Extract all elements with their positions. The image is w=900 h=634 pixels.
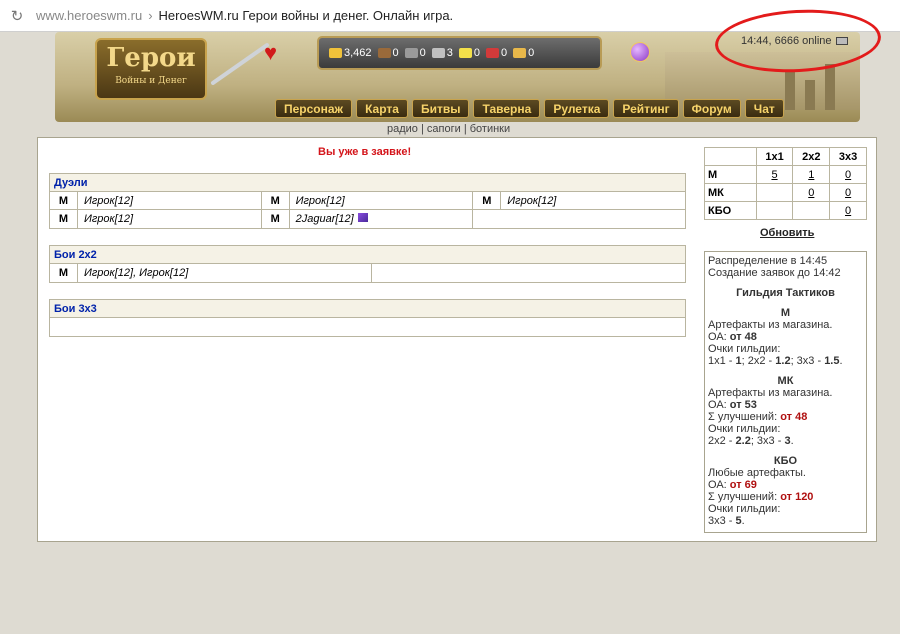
empty-cell [473,210,685,228]
resource-crystals: 0 [486,47,507,59]
nav-rating[interactable]: Рейтинг [613,99,679,118]
wood-icon [377,48,391,58]
player-name[interactable]: Игрок[12] [501,192,685,209]
team2-title[interactable]: Бои 2x2 [50,246,685,264]
player-names[interactable]: Игрок[12], Игрок[12] [78,264,372,282]
mercury-icon [431,48,445,58]
nav-tavern[interactable]: Таверна [473,99,541,118]
resource-gold: 3,462 [329,47,372,59]
duels-section: Дуэли М Игрок[12] М Игрок[12] М Игрок[12… [49,173,686,229]
already-applied-notice: Вы уже в заявке! [318,146,412,158]
guild-flag-icon [357,213,368,222]
url-domain[interactable]: www.heroeswm.ru [36,8,142,23]
stats-table: 1x1 2x2 3x3 М 5 1 0 МК 0 0 КБО 0 [704,147,867,220]
nav-map[interactable]: Карта [356,99,408,118]
team3-title[interactable]: Бои 3x3 [50,300,685,318]
refresh-link[interactable]: Обновить [760,227,814,239]
nav-character[interactable]: Персонаж [275,99,353,118]
crystal-icon [486,48,500,58]
resource-wood: 0 [377,47,399,59]
player-name[interactable]: Игрок[12] [78,192,262,209]
url-separator: › [148,8,153,23]
player-cell: 2Jaguar[12] [290,210,474,228]
sub-links: радио | сапоги | ботинки [387,123,511,135]
duels-title[interactable]: Дуэли [50,174,685,192]
link-shoes[interactable]: ботинки [470,123,510,135]
resource-sulfur: 0 [458,47,480,59]
gold-icon [329,48,342,58]
table-row [50,318,685,336]
main-nav: Персонаж Карта Битвы Таверна Рулетка Рей… [275,99,784,118]
resource-gems: 0 [513,47,534,59]
link-boots[interactable]: сапоги [427,123,461,135]
ore-icon [404,48,418,58]
resource-mercury: 3 [431,47,453,59]
resource-ore: 0 [404,47,426,59]
table-row: М Игрок[12] М Игрок[12] М Игрок[12] [50,192,685,210]
guild-info-panel: Распределение в 14:45 Создание заявок до… [704,251,867,533]
orb-icon[interactable] [630,42,650,62]
player-name[interactable]: Игрок[12] [290,192,474,209]
resources-panel: 3,462 0 0 3 0 0 0 [317,36,602,70]
table-row: М Игрок[12] М 2Jaguar[12] [50,210,685,228]
nav-roulette[interactable]: Рулетка [544,99,610,118]
link-radio[interactable]: радио [387,123,418,135]
guild-name: Гильдия Тактиков [736,287,835,299]
player-name[interactable]: 2Jaguar[12] [296,213,354,225]
main-content: Вы уже в заявке! Дуэли М Игрок[12] М Игр… [37,137,877,542]
empty-cell [372,264,685,282]
page-title: HeroesWM.ru Герои войны и денег. Онлайн … [158,8,454,23]
gem-icon [513,48,527,58]
table-row: М Игрок[12], Игрок[12] [50,264,685,282]
game-header: Герои Войны и Денег ♥ 3,462 0 0 3 0 0 0 … [55,5,883,122]
sulfur-icon [458,48,472,58]
player-name[interactable]: Игрок[12] [78,210,262,228]
nav-chat[interactable]: Чат [744,99,784,118]
nav-battles[interactable]: Битвы [411,99,470,118]
team2-section: Бои 2x2 М Игрок[12], Игрок[12] [49,245,686,283]
sword-decoration [210,42,270,86]
heart-icon[interactable]: ♥ [264,42,277,64]
nav-forum[interactable]: Форум [682,99,741,118]
game-logo[interactable]: Герои Войны и Денег [95,38,207,100]
reload-icon[interactable]: ↻ [6,7,28,25]
team3-section: Бои 3x3 [49,299,686,337]
